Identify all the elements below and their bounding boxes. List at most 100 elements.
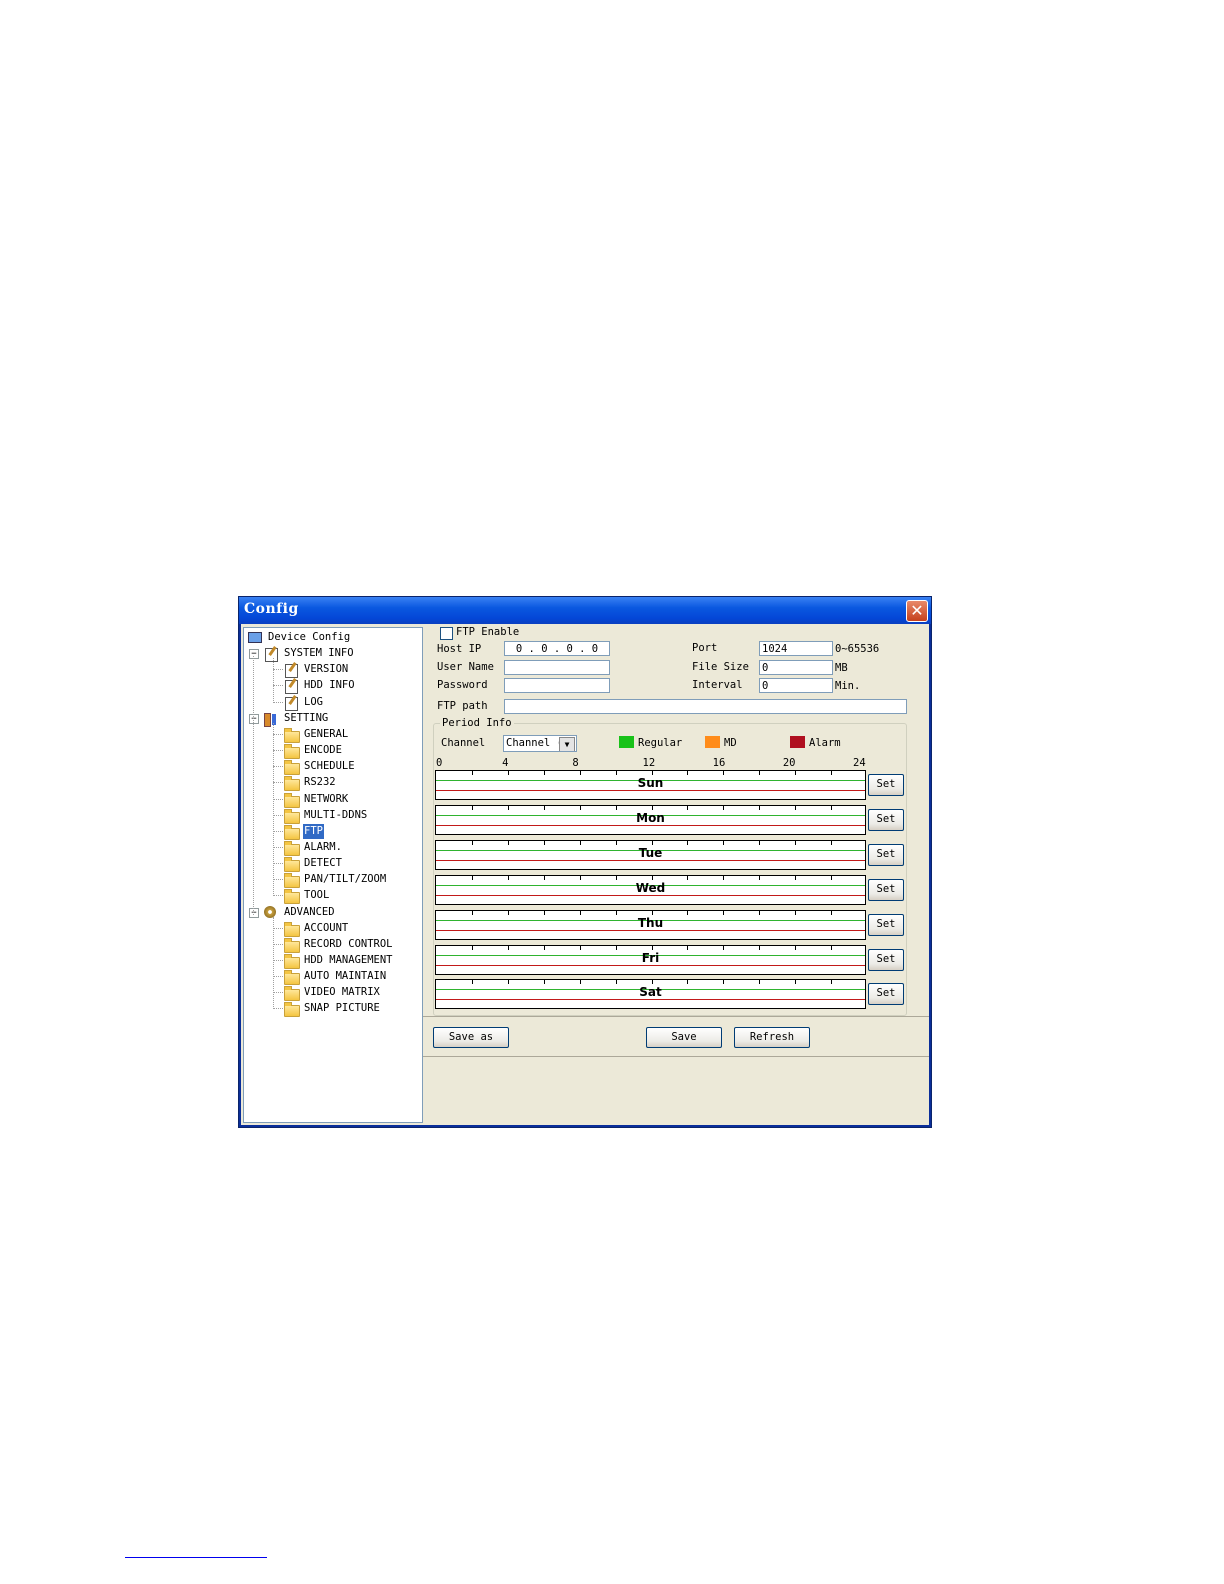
hour-tick — [507, 771, 509, 775]
hour-tick — [759, 910, 761, 915]
hour-tick — [579, 840, 581, 845]
hour-label: 0 — [436, 757, 443, 769]
day-timeline[interactable]: Tue — [435, 839, 866, 870]
close-icon[interactable]: ✕ — [906, 600, 928, 622]
day-label: Mon — [636, 810, 665, 825]
hour-tick — [831, 840, 833, 845]
legend-swatch — [790, 736, 805, 748]
folder-icon — [284, 970, 300, 986]
collapse-toggle[interactable]: − — [249, 907, 259, 918]
set-button[interactable]: Set — [868, 983, 904, 1006]
hour-tick — [687, 945, 689, 950]
hour-tick — [579, 771, 581, 775]
folder-icon — [284, 840, 300, 856]
port-label: Port — [692, 642, 718, 654]
window-client-area: Device Config − SYSTEM INFO VERSION HDD INFO… — [241, 624, 929, 1125]
channel-label: Channel — [441, 737, 486, 749]
ftp-enable-label: FTP Enable — [456, 626, 520, 638]
file-size-field[interactable]: 0 — [759, 660, 833, 675]
hour-tick — [759, 805, 761, 810]
folder-icon — [284, 760, 300, 776]
hour-tick — [795, 980, 797, 985]
hour-tick — [795, 910, 797, 915]
alarm-track — [436, 964, 865, 966]
folder-icon — [284, 1002, 300, 1018]
hour-tick — [579, 805, 581, 810]
set-button[interactable]: Set — [868, 808, 904, 831]
tree-item-label: GENERAL — [304, 727, 349, 740]
day-timeline[interactable]: Sat — [435, 979, 866, 1010]
hour-tick — [759, 945, 761, 950]
day-timeline[interactable]: Sun — [435, 770, 866, 800]
hour-tick — [795, 805, 797, 810]
refresh-button[interactable]: Refresh — [734, 1027, 810, 1048]
hour-tick — [831, 910, 833, 915]
collapse-toggle[interactable]: − — [249, 713, 259, 724]
folder-icon — [284, 808, 300, 824]
port-field[interactable]: 1024 — [759, 641, 833, 656]
hour-tick — [471, 771, 473, 775]
set-button[interactable]: Set — [868, 913, 904, 936]
host-ip-field[interactable]: 0 . 0 . 0 . 0 — [504, 641, 610, 656]
day-timeline[interactable]: Fri — [435, 944, 866, 975]
tree-connector — [273, 669, 283, 671]
hour-tick — [507, 945, 509, 950]
user-name-field[interactable] — [504, 660, 610, 675]
notepad-icon — [285, 696, 298, 711]
hour-tick — [579, 910, 581, 915]
tree-item-label: ENCODE — [304, 744, 342, 757]
folder-open-icon — [284, 824, 300, 840]
hour-tick — [615, 840, 617, 845]
hour-tick — [507, 840, 509, 845]
channel-select[interactable]: Channel ( ▼ — [503, 735, 577, 752]
tree-connector — [273, 722, 274, 897]
hour-tick — [651, 980, 653, 985]
day-timeline[interactable]: Thu — [435, 909, 866, 940]
folder-icon — [284, 744, 300, 760]
set-button[interactable]: Set — [868, 878, 904, 901]
collapse-toggle[interactable]: − — [249, 649, 259, 660]
interval-unit: Min. — [835, 680, 861, 692]
period-info-label: Period Info — [440, 717, 514, 729]
tree-connector — [273, 846, 283, 848]
tree-connector — [273, 1008, 283, 1010]
tree-item-label: ALARM. — [304, 840, 342, 853]
file-size-label: File Size — [692, 661, 749, 673]
set-button[interactable]: Set — [868, 948, 904, 971]
tree-connector — [273, 830, 283, 832]
notepad-icon — [285, 664, 298, 679]
interval-field[interactable]: 0 — [759, 678, 833, 693]
alarm-track — [436, 824, 865, 826]
tree-item-label: ACCOUNT — [304, 921, 349, 934]
ftp-path-field[interactable] — [504, 699, 907, 714]
save-as-button[interactable]: Save as — [433, 1027, 509, 1048]
hour-tick — [507, 805, 509, 810]
ftp-enable-checkbox[interactable] — [440, 627, 453, 640]
hour-tick — [615, 805, 617, 810]
password-field[interactable] — [504, 678, 610, 693]
chevron-down-icon[interactable]: ▼ — [559, 737, 575, 751]
hour-tick — [471, 805, 473, 810]
host-ip-label: Host IP — [437, 643, 482, 655]
day-timeline[interactable]: Mon — [435, 804, 866, 835]
save-button[interactable]: Save — [646, 1027, 722, 1048]
title-bar[interactable]: Config ✕ — [239, 597, 931, 624]
folder-icon — [284, 954, 300, 969]
user-name-label: User Name — [437, 661, 494, 673]
hour-tick — [723, 840, 725, 845]
window-title: Config — [244, 601, 299, 617]
port-range-text: 0~65536 — [835, 643, 880, 655]
day-timeline[interactable]: Wed — [435, 874, 866, 905]
tree-connector — [273, 685, 283, 687]
tree-connector — [273, 750, 283, 752]
interval-label: Interval — [692, 679, 743, 691]
tree-connector — [273, 766, 283, 768]
set-button[interactable]: Set — [868, 843, 904, 866]
hour-tick — [507, 910, 509, 915]
hour-tick — [651, 840, 653, 845]
tree-connector — [273, 943, 283, 945]
set-button[interactable]: Set — [868, 774, 904, 796]
hour-tick — [651, 805, 653, 810]
device-config-tree[interactable]: Device Config − SYSTEM INFO VERSION HDD INFO… — [243, 627, 423, 1123]
tree-item-label: TOOL — [304, 889, 330, 902]
